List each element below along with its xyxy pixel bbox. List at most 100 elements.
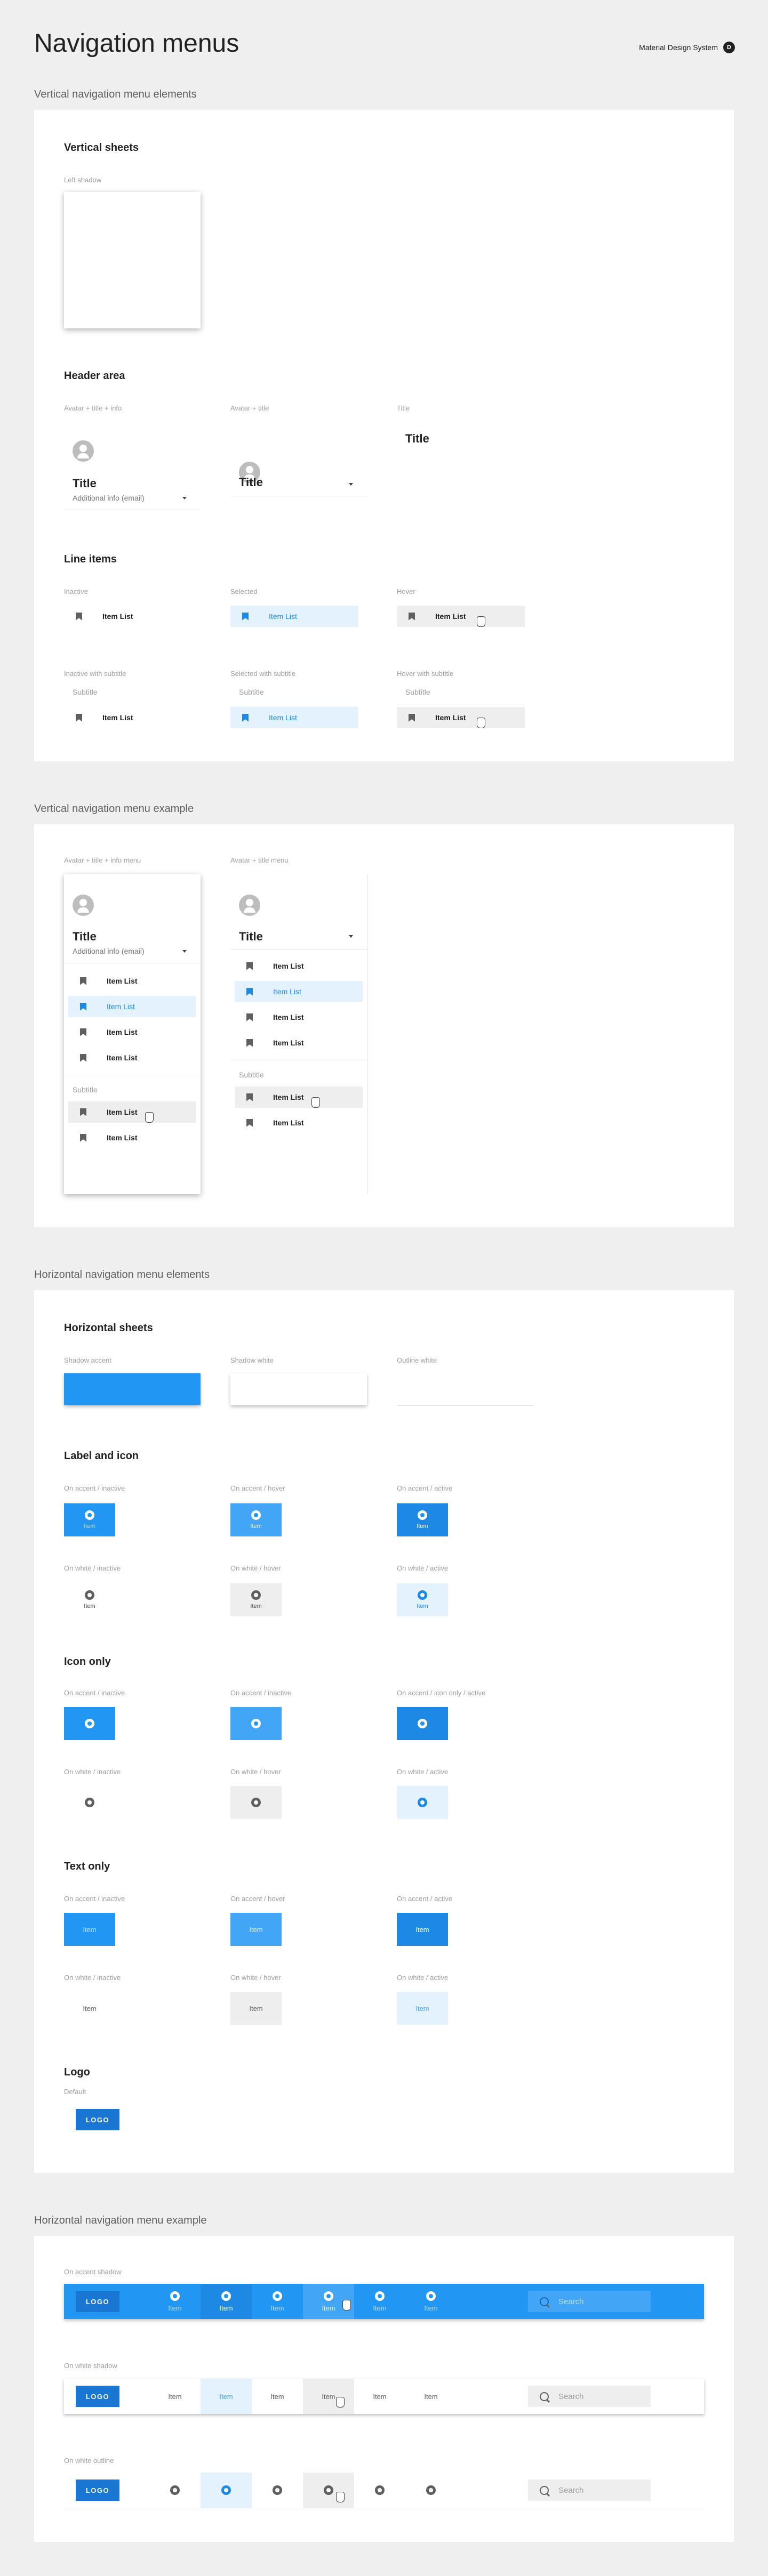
menu-item-hover[interactable]: Item List [68, 1101, 196, 1123]
search-input[interactable]: Search [528, 2291, 651, 2312]
nav-item[interactable] [405, 2473, 457, 2508]
nav-item-label: Item [168, 2304, 182, 2312]
menu-item[interactable]: Item List [235, 1112, 363, 1133]
nav-item-label: Item [322, 2392, 335, 2401]
nav-item-hover[interactable]: Item [303, 2379, 354, 2414]
nav-item[interactable]: Item [354, 2379, 405, 2414]
menu-item-selected[interactable]: Item List [68, 996, 196, 1017]
nav-item-white-hover[interactable]: Item [230, 1583, 282, 1616]
icon-item-accent-inactive[interactable] [64, 1707, 115, 1740]
nav-item-active[interactable]: Item [201, 2379, 252, 2414]
nav-item[interactable]: Item [405, 2379, 457, 2414]
caption-hover: Hover [397, 587, 415, 595]
menu-info-dropdown[interactable]: Additional info (email) [73, 947, 145, 955]
panel-horizontal-example: On accent shadow LOGO Item Item Item Ite… [34, 2236, 734, 2542]
nav-item-accent-hover[interactable]: Item [230, 1503, 282, 1536]
menu-subtitle: Subtitle [239, 1070, 264, 1079]
bookmark-icon [80, 1108, 86, 1116]
nav-item-white-inactive[interactable]: Item [64, 1583, 115, 1616]
logo-button[interactable]: LOGO [76, 2386, 119, 2407]
text-item-white-inactive[interactable]: Item [64, 1992, 115, 2025]
list-item-inactive[interactable]: Item List [64, 606, 192, 627]
nav-item-active[interactable]: Item [201, 2284, 252, 2319]
nav-item[interactable] [252, 2473, 303, 2508]
nav-item-hover[interactable] [303, 2473, 354, 2508]
chevron-down-icon[interactable] [182, 950, 187, 953]
nav-item[interactable]: Item [149, 2284, 201, 2319]
caption-avatar-title-menu: Avatar + title menu [230, 856, 289, 864]
caption: On accent / inactive [64, 1895, 125, 1903]
menu-item[interactable]: Item List [68, 1127, 196, 1148]
nav-item[interactable]: Item [149, 2379, 201, 2414]
nav-item[interactable] [149, 2473, 201, 2508]
search-input[interactable]: Search [528, 2386, 651, 2407]
icon-item-accent-hover[interactable] [230, 1707, 282, 1740]
menu-item[interactable]: Item List [235, 1032, 363, 1053]
chevron-down-icon[interactable] [349, 935, 353, 938]
circle-icon [221, 2485, 231, 2495]
nav-item-white-active[interactable]: Item [397, 1583, 448, 1616]
search-placeholder: Search [558, 2392, 584, 2401]
hand-cursor-icon [342, 2300, 351, 2311]
icon-item-white-inactive[interactable] [64, 1786, 115, 1819]
chevron-down-icon[interactable] [182, 497, 187, 500]
menu-item-hover[interactable]: Item List [235, 1086, 363, 1108]
nav-item[interactable]: Item [252, 2284, 303, 2319]
logo-button[interactable]: LOGO [76, 2109, 119, 2130]
nav-item-label: Item [417, 1603, 428, 1609]
nav-item-active[interactable] [201, 2473, 252, 2508]
caption-left-shadow: Left shadow [64, 176, 102, 184]
list-item-selected[interactable]: Item List [230, 707, 358, 728]
menu-item-selected[interactable]: Item List [235, 981, 363, 1002]
circle-icon [418, 1510, 427, 1520]
list-item-inactive[interactable]: Item List [64, 707, 192, 728]
list-item-selected[interactable]: Item List [230, 606, 358, 627]
text-item-accent-inactive[interactable]: Item [64, 1913, 115, 1946]
text-item-accent-active[interactable]: Item [397, 1913, 448, 1946]
caption: On white / inactive [64, 1768, 121, 1776]
nav-item-label: Item [270, 2392, 284, 2401]
nav-item-accent-inactive[interactable]: Item [64, 1503, 115, 1536]
text-item-white-hover[interactable]: Item [230, 1992, 282, 2025]
nav-item[interactable]: Item [252, 2379, 303, 2414]
list-item-hover[interactable]: Item List [397, 606, 525, 627]
header-info-dropdown[interactable]: Additional info (email) [73, 494, 145, 502]
menu-item[interactable]: Item List [235, 955, 363, 977]
list-item-label: Item List [435, 713, 466, 722]
circle-icon [375, 2291, 385, 2301]
chevron-down-icon[interactable] [349, 483, 353, 486]
nav-item-label: Item [84, 1523, 95, 1529]
menu-item-label: Item List [107, 1108, 138, 1116]
bookmark-icon [246, 1118, 253, 1127]
logo-button[interactable]: LOGO [76, 2291, 119, 2312]
bookmark-icon [76, 713, 82, 722]
menu-item[interactable]: Item List [235, 1007, 363, 1028]
group-title-line-items: Line items [64, 553, 117, 565]
icon-item-accent-active[interactable] [397, 1707, 448, 1740]
list-item-hover[interactable]: Item List [397, 707, 525, 728]
nav-item-label: Item [219, 2392, 233, 2401]
list-item-label: Item List [269, 713, 297, 722]
icon-item-white-hover[interactable] [230, 1786, 282, 1819]
text-item-white-active[interactable]: Item [397, 1992, 448, 2025]
brand-logo-icon: D [723, 42, 735, 53]
text-item-accent-hover[interactable]: Item [230, 1913, 282, 1946]
nav-item-label: Item [250, 1603, 262, 1609]
nav-item[interactable]: Item [405, 2284, 457, 2319]
page-title: Navigation menus [34, 29, 239, 58]
circle-icon [85, 1798, 94, 1807]
menu-item[interactable]: Item List [68, 1021, 196, 1043]
icon-item-white-active[interactable] [397, 1786, 448, 1819]
nav-item-accent-active[interactable]: Item [397, 1503, 448, 1536]
hand-cursor-icon [477, 718, 485, 728]
menu-item[interactable]: Item List [68, 970, 196, 992]
nav-item[interactable] [354, 2473, 405, 2508]
section-title-horizontal-elements: Horizontal navigation menu elements [34, 1269, 210, 1281]
logo-button[interactable]: LOGO [76, 2480, 119, 2501]
panel-horizontal-elements: Horizontal sheets Shadow accent Shadow w… [34, 1290, 734, 2173]
search-input[interactable]: Search [528, 2480, 651, 2501]
hand-cursor-icon [477, 616, 485, 627]
caption: On accent / active [397, 1484, 453, 1492]
menu-item[interactable]: Item List [68, 1047, 196, 1068]
nav-item[interactable]: Item [354, 2284, 405, 2319]
